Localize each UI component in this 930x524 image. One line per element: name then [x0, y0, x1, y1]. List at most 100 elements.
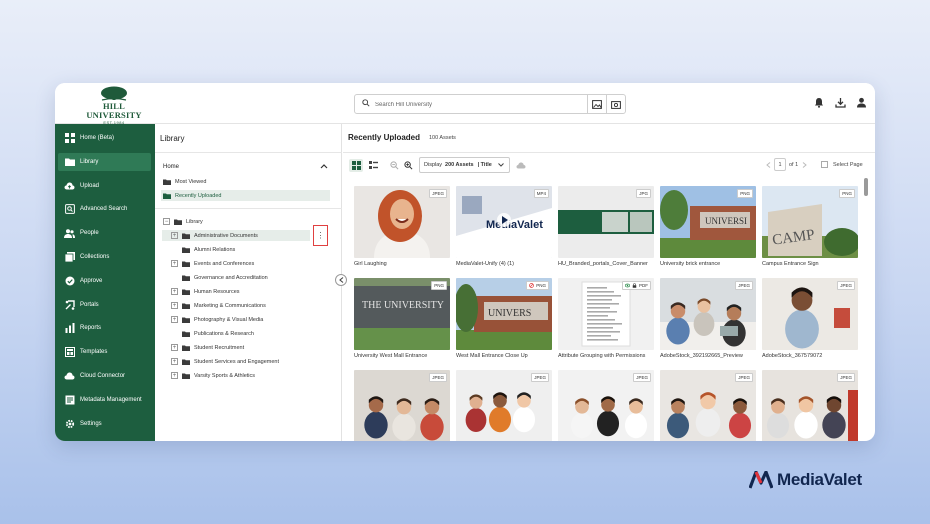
- tree-folder-photography-visual-media[interactable]: + Photography & Visual Media: [162, 314, 263, 325]
- display-prefix: Display: [424, 162, 443, 168]
- asset-card[interactable]: JPEG AdobeStock_392192665_Preview: [660, 278, 756, 359]
- blocked-icon: [529, 283, 535, 288]
- asset-card[interactable]: JPEG AdobeStock_367579072: [762, 278, 858, 359]
- zoom-out-button[interactable]: [388, 159, 400, 172]
- asset-name: HU_Branded_portals_Cover_Banner: [558, 261, 648, 267]
- tree-folder-administrative-documents[interactable]: + Administrative Documents: [162, 230, 310, 241]
- asset-thumbnail[interactable]: UNIVERS PNG: [456, 278, 552, 350]
- grid-icon: [64, 133, 75, 144]
- tree-folder-student-services-and-engagement[interactable]: + Student Services and Engagement: [162, 356, 279, 367]
- user-profile-icon[interactable]: [855, 96, 867, 108]
- list-view-button[interactable]: [366, 159, 380, 172]
- image-search-button[interactable]: [587, 95, 606, 113]
- sidebar-item-library[interactable]: Library: [58, 152, 151, 171]
- prev-page-icon[interactable]: [766, 161, 771, 168]
- notifications-bell-icon[interactable]: [813, 96, 825, 108]
- sidebar-item-people[interactable]: People: [58, 224, 151, 242]
- asset-card[interactable]: JPEG: [456, 370, 552, 441]
- asset-thumbnail[interactable]: JPEG: [354, 186, 450, 258]
- tree-folder-marketing-communications[interactable]: + Marketing & Communications: [162, 300, 266, 311]
- asset-thumbnail[interactable]: MediaValet MP4: [456, 186, 552, 258]
- asset-thumbnail[interactable]: JPEG: [762, 278, 858, 350]
- library-quick-most-viewed[interactable]: Most Viewed: [161, 176, 206, 187]
- sidebar-item-advanced-search[interactable]: Advanced Search: [58, 200, 151, 218]
- asset-thumbnail[interactable]: JPEG: [456, 370, 552, 441]
- brand-logo[interactable]: HILL UNIVERSITY EST.1984: [77, 86, 151, 125]
- sidebar-item-home-beta[interactable]: Home (Beta): [58, 129, 151, 147]
- asset-card[interactable]: JPG HU_Branded_portals_Cover_Banner: [558, 186, 654, 267]
- download-icon[interactable]: [834, 96, 846, 108]
- tree-folder-student-recruitment[interactable]: + Student Recruitment: [162, 342, 244, 353]
- library-home-row[interactable]: Home: [163, 164, 328, 170]
- asset-card[interactable]: JPEG Girl Laughing: [354, 186, 450, 267]
- expand-toggle-icon[interactable]: +: [171, 358, 178, 365]
- asset-card[interactable]: JPEG: [762, 370, 858, 441]
- tree-folder-events-and-conferences[interactable]: + Events and Conferences: [162, 258, 254, 269]
- asset-card[interactable]: MediaValet MP4 MediaValet-Unify (4) (1): [456, 186, 552, 267]
- asset-thumbnail[interactable]: JPEG: [762, 370, 858, 441]
- asset-card[interactable]: UNIVERSI PNG University brick entrance: [660, 186, 756, 267]
- tree-folder-alumni-relations[interactable]: Alumni Relations: [162, 244, 235, 255]
- tree-folder-governance-and-accreditation[interactable]: Governance and Accreditation: [162, 272, 268, 283]
- asset-thumbnail[interactable]: THE UNIVERSITY PNG: [354, 278, 450, 350]
- tree-folder-publications-research[interactable]: Publications & Research: [162, 328, 254, 339]
- chevron-up-icon[interactable]: [320, 163, 328, 169]
- select-page-label: Select Page: [833, 161, 863, 168]
- tree-root-label: Library: [186, 218, 203, 225]
- asset-card[interactable]: UNIVERS PNG West Mall Entrance Close Up: [456, 278, 552, 359]
- asset-thumbnail[interactable]: UNIVERSI PNG: [660, 186, 756, 258]
- asset-thumbnail[interactable]: JPEG: [660, 370, 756, 441]
- reports-icon: [64, 323, 75, 334]
- search-input[interactable]: [375, 97, 585, 112]
- tree-root-library[interactable]: − Library: [163, 216, 203, 227]
- sidebar-item-metadata-management[interactable]: Metadata Management: [58, 391, 151, 409]
- library-quick-recently-uploaded[interactable]: Recently Uploaded: [161, 190, 330, 201]
- asset-thumbnail[interactable]: JPEG: [558, 370, 654, 441]
- folder-more-options-button[interactable]: ⋮: [313, 225, 328, 246]
- asset-card[interactable]: THE UNIVERSITY PNG University West Mall En…: [354, 278, 450, 359]
- sidebar-item-settings[interactable]: Settings: [58, 415, 151, 433]
- file-type-label: JPEG: [432, 375, 444, 380]
- sidebar-item-reports[interactable]: Reports: [58, 319, 151, 337]
- file-type-badge: PNG: [737, 189, 753, 198]
- zoom-in-button[interactable]: [402, 159, 414, 172]
- collapse-toggle-icon[interactable]: −: [163, 218, 170, 225]
- asset-card[interactable]: PDF Attribute Grouping with Permissions: [558, 278, 654, 359]
- cloud-sync-button[interactable]: [515, 159, 527, 172]
- sidebar-item-portals[interactable]: Portals: [58, 296, 151, 314]
- asset-thumbnail[interactable]: PDF: [558, 278, 654, 350]
- expand-toggle-icon[interactable]: +: [171, 260, 178, 267]
- grid-view-button[interactable]: [349, 159, 363, 172]
- expand-toggle-icon[interactable]: +: [171, 316, 178, 323]
- page-number-input[interactable]: 1: [774, 158, 786, 171]
- asset-card[interactable]: JPEG: [660, 370, 756, 441]
- expand-toggle-icon[interactable]: +: [171, 288, 178, 295]
- next-page-icon[interactable]: [802, 161, 807, 168]
- select-page-control[interactable]: Select Page: [821, 161, 863, 168]
- file-type-label: JPEG: [840, 283, 852, 288]
- expand-toggle-icon[interactable]: +: [171, 302, 178, 309]
- expand-toggle-icon[interactable]: +: [171, 372, 178, 379]
- sidebar-item-collections[interactable]: Collections: [58, 248, 151, 266]
- sidebar-item-upload[interactable]: Upload: [58, 177, 151, 195]
- sidebar-item-approve[interactable]: Approve: [58, 272, 151, 290]
- tree-folder-varsity-sports-athletics[interactable]: + Varsity Sports & Athletics: [162, 370, 255, 381]
- asset-thumbnail[interactable]: CAMP PNG: [762, 186, 858, 258]
- tree-folder-human-resources[interactable]: + Human Resources: [162, 286, 240, 297]
- file-type-badge: JPEG: [837, 281, 855, 290]
- expand-toggle-icon[interactable]: +: [171, 344, 178, 351]
- expand-toggle-icon[interactable]: +: [171, 232, 178, 239]
- visual-search-button[interactable]: [606, 95, 625, 113]
- asset-card[interactable]: CAMP PNG Campus Entrance Sign: [762, 186, 858, 267]
- asset-thumbnail[interactable]: JPEG: [354, 370, 450, 441]
- display-select[interactable]: Display 200 Assets | Title: [419, 157, 510, 173]
- select-page-checkbox[interactable]: [821, 161, 828, 168]
- asset-card[interactable]: JPEG: [558, 370, 654, 441]
- asset-card[interactable]: JPEG: [354, 370, 450, 441]
- asset-thumbnail[interactable]: JPEG: [660, 278, 756, 350]
- asset-thumbnail[interactable]: JPG: [558, 186, 654, 258]
- sidebar-item-templates[interactable]: Templates: [58, 343, 151, 361]
- sidebar-item-cloud-connector[interactable]: Cloud Connector: [58, 367, 151, 385]
- scrollbar-thumb[interactable]: [864, 178, 868, 196]
- tree-folder-label: Administrative Documents: [194, 232, 258, 239]
